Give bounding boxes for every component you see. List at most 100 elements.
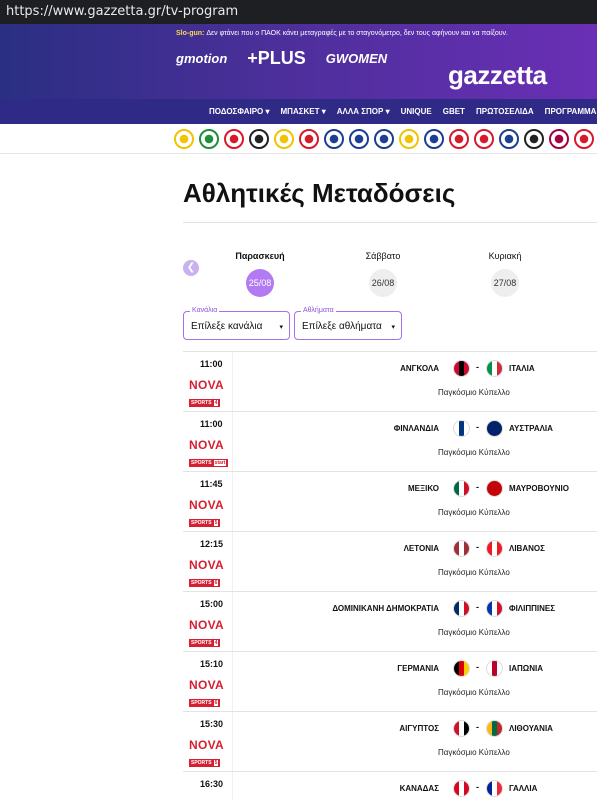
away-team: ΛΙΘΟΥΑΝΙΑ [509,724,553,733]
club-crest-icon[interactable] [299,128,319,149]
prev-day-button[interactable]: ❮ [183,260,199,276]
gwomen-link[interactable]: GWOMEN [326,51,387,66]
schedule-row[interactable]: 16:30NOVASPORTSΚΑΝΑΔΑΣ-ΓΑΛΛΙΑ [183,771,597,800]
schedule-row[interactable]: 11:00 NOVA SPORTS 4 ΑΝΓΚΟΛΑ - ΙΤΑΛΙΑ Παγκόσμιο … [183,351,597,411]
page-title: Αθλητικές Μεταδόσεις [183,178,456,208]
vs-dash: - [476,422,479,432]
nova-logo-text: NOVA [189,438,224,452]
away-team: ΜΑΥΡΟΒΟΥΝΙΟ [509,484,569,493]
home-flag-icon [453,420,470,437]
sports-select-value: Επίλεξε αθλήματα [302,321,382,332]
vs-dash: - [476,722,479,732]
address-bar[interactable]: https://www.gazzetta.gr/tv-program [0,0,597,24]
day-selector: ❮ Παρασκευή 25/08 Σάββατο 26/08 Κυριακή … [183,251,597,311]
away-flag-icon [486,720,503,737]
day-saturday[interactable]: Σάββατο 26/08 [348,251,418,297]
brand-links: gmotion +PLUS GWOMEN [176,48,387,69]
channel-logo: NOVA SPORTS 5 [189,498,231,529]
club-icons-strip [0,124,597,154]
match: ΚΑΝΑΔΑΣ - ΓΑΛΛΙΑ [333,780,593,798]
away-team: ΑΥΣΤΡΑΛΙΑ [509,424,553,433]
channel-number: 4 [213,640,219,646]
vs-dash: - [476,362,479,372]
club-crest-icon[interactable] [199,128,219,149]
channel-number: 4 [213,400,219,406]
away-flag-icon [486,420,503,437]
day-friday[interactable]: Παρασκευή 25/08 [225,251,295,297]
channel-logo: NOVA SPORTS 6 [189,558,231,589]
channel-number: start [213,460,227,466]
gmotion-link[interactable]: gmotion [176,51,227,66]
club-crest-icon[interactable] [574,128,594,149]
nav-item[interactable]: ΠΡΟΓΡΑΜΜΑ TV [545,107,597,116]
club-crest-icon[interactable] [524,128,544,149]
vs-dash: - [476,482,479,492]
match-time: 15:00 [200,599,224,609]
channel-number: 6 [213,580,219,586]
ticker-text: Δεν φτάνει που ο ΠΑΟΚ κάνει μεταγραφές μ… [204,30,508,37]
home-flag-icon [453,360,470,377]
nova-logo-text: NOVA [189,498,224,512]
schedule-row[interactable]: 15:10 NOVA SPORTS 6 ΓΕΡΜΑΝΙΑ - ΙΑΠΩΝΙΑ Παγκόσμι… [183,651,597,711]
chevron-down-icon: ▾ [279,324,283,331]
sports-select-label: Αθλήματα [301,307,336,314]
match: ΛΕΤΟΝΙΑ - ΛΙΒΑΝΟΣ [333,540,593,558]
channels-select-label: Κανάλια [190,307,220,314]
nav-item[interactable]: GBET [443,107,465,116]
schedule-row[interactable]: 15:30 NOVA SPORTS 5 ΑΙΓΥΠΤΟΣ - ΛΙΘΟΥΑΝΙΑ Παγκόσ… [183,711,597,771]
club-crest-icon[interactable] [424,128,444,149]
away-flag-icon [486,600,503,617]
away-team: ΙΑΠΩΝΙΑ [509,664,543,673]
club-crest-icon[interactable] [224,128,244,149]
chevron-down-icon: ▾ [391,324,395,331]
away-team: ΓΑΛΛΙΑ [509,784,538,793]
day-sunday[interactable]: Κυριακή 27/08 [470,251,540,297]
day-label: Κυριακή [488,251,522,261]
nav-item[interactable]: ΜΠΑΣΚΕΤ ▾ [281,107,326,116]
schedule-row[interactable]: 12:15 NOVA SPORTS 6 ΛΕΤΟΝΙΑ - ΛΙΒΑΝΟΣ Παγκόσμιο… [183,531,597,591]
away-flag-icon [486,480,503,497]
match-time: 11:00 [200,359,223,369]
channel-number: 6 [213,700,219,706]
plus-link[interactable]: +PLUS [247,48,306,69]
nova-logo-text: NOVA [189,558,224,572]
slogan-ticker[interactable]: Slo-gun: Δεν φτάνει που ο ΠΑΟΚ κάνει μετ… [176,30,508,37]
vs-dash: - [476,662,479,672]
day-date: 25/08 [246,269,274,297]
sports-select[interactable]: Αθλήματα Επίλεξε αθλήματα ▾ [294,307,402,340]
nav-item[interactable]: UNIQUE [401,107,432,116]
sports-badge: SPORTS 4 [189,639,221,647]
club-crest-icon[interactable] [324,128,344,149]
club-crest-icon[interactable] [449,128,469,149]
club-crest-icon[interactable] [374,128,394,149]
gazzetta-logo[interactable]: gazzetta [448,62,547,88]
home-team: ΑΙΓΥΠΤΟΣ [399,724,439,733]
divider [183,222,597,223]
club-crest-icon[interactable] [249,128,269,149]
ticker-prefix: Slo-gun: [176,30,205,37]
club-crest-icon[interactable] [274,128,294,149]
schedule-row[interactable]: 11:00 NOVA SPORTS start ΦΙΝΛΑΝΔΙΑ - ΑΥΣΤΡΑΛΙΑ Π… [183,411,597,471]
club-crest-icon[interactable] [474,128,494,149]
club-crest-icon[interactable] [349,128,369,149]
schedule-row[interactable]: 15:00 NOVA SPORTS 4 ΔΟΜΙΝΙΚΑΝΗ ΔΗΜΟΚΡΑΤΙΑ - ΦΙ… [183,591,597,651]
match-time: 11:45 [200,479,223,489]
home-flag-icon [453,720,470,737]
club-crest-icon[interactable] [549,128,569,149]
club-crest-icon[interactable] [499,128,519,149]
match: ΑΝΓΚΟΛΑ - ΙΤΑΛΙΑ [333,360,593,378]
channel-logo: NOVA SPORTS 4 [189,619,231,649]
competition: Παγκόσμιο Κύπελλο [438,508,510,517]
schedule-row[interactable]: 11:45 NOVA SPORTS 5 ΜΕΞΙΚΟ - ΜΑΥΡΟΒΟΥΝΙΟ Παγκόσ… [183,471,597,531]
nav-item[interactable]: ΠΡΩΤΟΣΕΛΙΔΑ [476,107,534,116]
club-crest-icon[interactable] [174,128,194,149]
club-crest-icon[interactable] [399,128,419,149]
competition: Παγκόσμιο Κύπελλο [438,568,510,577]
nav-item[interactable]: ΑΛΛΑ ΣΠΟΡ ▾ [337,107,390,116]
main-content: Αθλητικές Μεταδόσεις ❮ Παρασκευή 25/08 Σ… [0,178,597,800]
nav-item[interactable]: ΠΟΔΟΣΦΑΙΡΟ ▾ [209,107,270,116]
vs-dash: - [476,782,479,792]
day-label: Παρασκευή [235,251,285,261]
match: ΜΕΞΙΚΟ - ΜΑΥΡΟΒΟΥΝΙΟ [333,480,593,498]
channels-select[interactable]: Κανάλια Επίλεξε κανάλια ▾ [183,307,290,340]
